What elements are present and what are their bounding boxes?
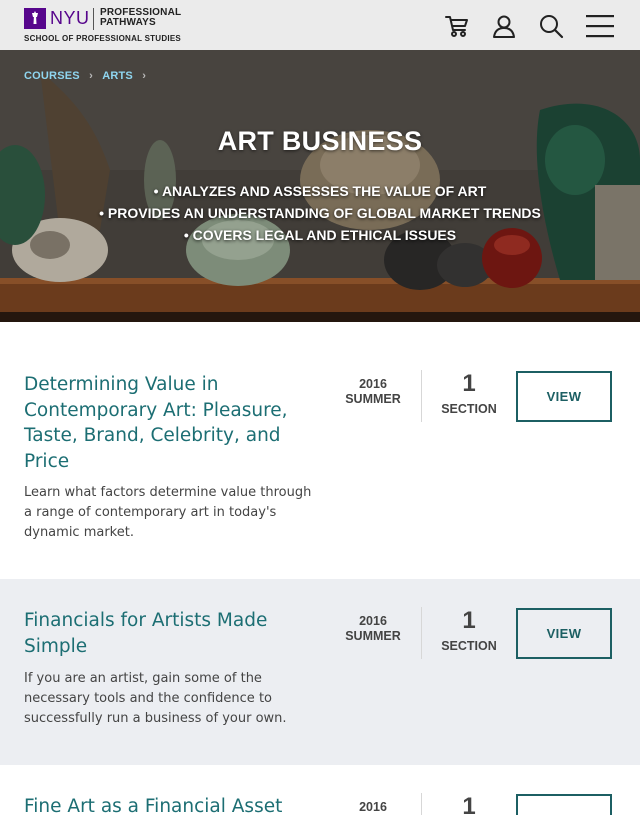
view-course-button[interactable] [516,794,612,815]
course-term: 2016 SUMMER [336,614,410,644]
highlight-item: • ANALYZES AND ASSESSES THE VALUE OF ART [153,183,487,199]
course-season: SUMMER [345,392,401,406]
course-title-link[interactable]: Fine Art as a Financial Asset [24,794,324,815]
logo-school-name: SCHOOL OF PROFESSIONAL STUDIES [24,34,181,43]
logo-program-name[interactable]: PROFESSIONAL PATHWAYS [100,8,200,28]
course-description: If you are an artist, gain some of the n… [24,671,287,726]
course-title-link[interactable]: Financials for Artists Made Simple [24,608,324,659]
search-icon[interactable] [537,12,565,40]
course-title-link[interactable]: Determining Value in Contemporary Art: P… [24,372,324,474]
course-row: Determining Value in Contemporary Art: P… [0,322,640,579]
view-course-button[interactable]: VIEW [516,608,612,659]
view-course-button[interactable]: VIEW [516,371,612,422]
logo-program-line2: PATHWAYS [100,17,156,28]
breadcrumb-arts-link[interactable]: ARTS [102,70,133,82]
site-header: NYU PROFESSIONAL PATHWAYS SCHOOL OF PROF… [0,0,640,50]
hero-highlights: • ANALYZES AND ASSESSES THE VALUE OF ART… [0,180,640,246]
user-icon[interactable] [490,12,518,40]
logo-divider [93,8,94,30]
course-year: 2016 [359,800,387,814]
course-year: 2016 [359,377,387,391]
section-count: 1 [462,370,476,397]
course-description: Learn what factors determine value throu… [24,485,312,540]
chevron-right-icon: › [89,70,93,83]
course-term: 2016 SUMMER [336,377,410,407]
cart-icon[interactable] [443,12,471,40]
menu-icon[interactable] [585,12,614,40]
section-label: SECTION [441,402,497,416]
course-row: Financials for Artists Made Simple If yo… [0,579,640,765]
breadcrumb-courses-link[interactable]: COURSES [24,70,80,82]
nyu-torch-logo-icon[interactable] [24,8,46,29]
highlight-item: • PROVIDES AN UNDERSTANDING OF GLOBAL MA… [99,205,541,221]
course-term: 2016 [336,800,410,815]
course-row: Fine Art as a Financial Asset 2016 1 [0,765,640,815]
course-year: 2016 [359,614,387,628]
section-label: SECTION [441,639,497,653]
section-count: 1 [462,607,476,634]
course-season: SUMMER [345,629,401,643]
section-count: 1 [462,793,476,815]
logo-university-name[interactable]: NYU [50,8,90,29]
page-title: ART BUSINESS [217,126,423,156]
divider [421,370,422,422]
divider [421,793,422,815]
chevron-right-icon: › [142,70,147,83]
breadcrumb: COURSES › ARTS › [24,70,152,82]
hero-banner: COURSES › ARTS › ART BUSINESS • ANALYZES… [0,50,640,322]
highlight-item: • COVERS LEGAL AND ETHICAL ISSUES [183,227,457,243]
divider [421,607,422,659]
